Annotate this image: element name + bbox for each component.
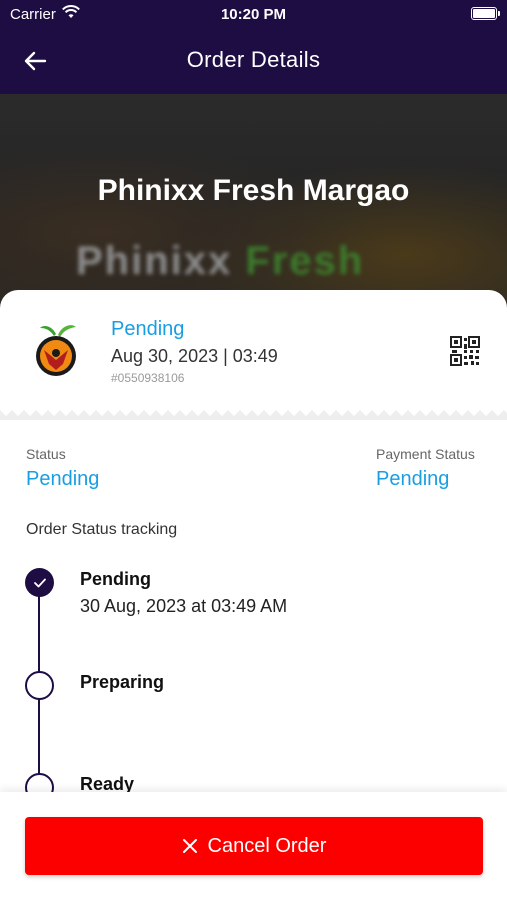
close-icon: [182, 839, 197, 853]
step-complete-indicator: [25, 568, 54, 597]
nav-bar: Order Details: [0, 30, 507, 94]
cancel-order-button[interactable]: Cancel Order: [25, 817, 483, 875]
step-indicator-preparing: [25, 671, 54, 700]
step-label-pending: Pending: [80, 569, 151, 589]
payment-status-value: Pending: [376, 468, 450, 490]
bottom-action-bar: Cancel Order: [0, 792, 507, 900]
receipt-divider: [0, 406, 507, 420]
battery-icon: [471, 7, 500, 20]
checkmark-icon: [33, 578, 46, 587]
cancel-order-label: Cancel Order: [207, 834, 327, 857]
tracking-title: Order Status tracking: [26, 521, 178, 538]
payment-status-label: Payment Status: [376, 446, 475, 462]
status-value: Pending: [26, 468, 100, 490]
order-state: Pending: [111, 318, 185, 340]
page-title: Order Details: [186, 47, 321, 72]
status-bar: Carrier 10:20 PM: [0, 0, 507, 30]
store-logo: [30, 320, 82, 378]
step-time-pending: 30 Aug, 2023 at 03:49 AM: [80, 596, 288, 616]
store-name: Phinixx Fresh Margao: [97, 174, 410, 207]
banner-watermark: Phinixx Fresh: [76, 239, 365, 283]
order-id: #0550938106: [111, 371, 185, 385]
clock: 10:20 PM: [220, 6, 287, 23]
qr-code-icon[interactable]: [450, 336, 480, 366]
step-label-preparing: Preparing: [80, 672, 165, 692]
status-label: Status: [26, 446, 66, 462]
order-date: Aug 30, 2023 | 03:49: [111, 346, 278, 366]
